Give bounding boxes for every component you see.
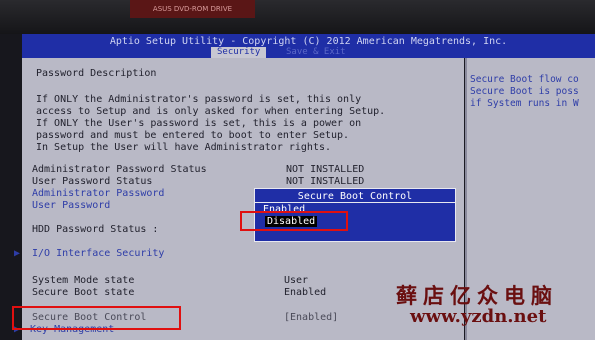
- description-line-3: If ONLY the User's password is set, this…: [36, 118, 362, 129]
- admin-password-status-value: NOT INSTALLED: [286, 164, 365, 175]
- arrow-right-icon: ▶: [14, 248, 21, 259]
- help-line-1: Secure Boot flow co: [470, 74, 579, 85]
- header-title: Aptio Setup Utility - Copyright (C) 2012…: [109, 36, 508, 47]
- admin-password-item[interactable]: Administrator Password: [32, 188, 164, 199]
- hdd-password-status-label: HDD Password Status :: [32, 224, 159, 235]
- highlight-secure-boot-control: [12, 306, 181, 330]
- description-line-1: If ONLY the Administrator's password is …: [36, 94, 362, 105]
- user-password-status-label: User Password Status: [32, 176, 153, 187]
- watermark: 藓店亿众电脑 www.yzdn.net: [396, 280, 558, 327]
- highlight-disabled-option: [240, 211, 348, 231]
- user-password-status-value: NOT INSTALLED: [286, 176, 365, 187]
- user-password-item[interactable]: User Password: [32, 200, 110, 211]
- help-line-2: Secure Boot is poss: [470, 86, 579, 97]
- watermark-url: www.yzdn.net: [410, 306, 547, 327]
- io-interface-security-item[interactable]: I/O Interface Security: [32, 248, 164, 259]
- screen-left-edge: [0, 34, 22, 340]
- help-line-3: if System runs in W: [470, 98, 579, 109]
- description-line-2: access to Setup and is only asked for wh…: [36, 106, 386, 117]
- system-mode-value: User: [284, 275, 309, 286]
- monitor-bezel: ASUS DVD-ROM DRIVE: [0, 0, 595, 34]
- tab-security[interactable]: Security: [211, 47, 267, 58]
- system-mode-label: System Mode state: [32, 275, 135, 286]
- tab-save-exit[interactable]: Save & Exit: [280, 47, 352, 58]
- bios-header: Aptio Setup Utility - Copyright (C) 2012…: [22, 34, 595, 58]
- admin-password-status-label: Administrator Password Status: [32, 164, 207, 175]
- secure-boot-state-label: Secure Boot state: [32, 287, 135, 298]
- secure-boot-state-value: Enabled: [284, 287, 327, 298]
- popup-title: Secure Boot Control: [297, 191, 413, 202]
- description-line-5: In Setup the User will have Administrato…: [36, 142, 332, 153]
- section-title: Password Description: [36, 68, 157, 79]
- brand-sticker: ASUS DVD-ROM DRIVE: [130, 0, 255, 18]
- secure-boot-control-value[interactable]: [Enabled]: [284, 312, 338, 323]
- popup-divider: [255, 202, 455, 203]
- description-line-4: password and must be entered to boot to …: [36, 130, 350, 141]
